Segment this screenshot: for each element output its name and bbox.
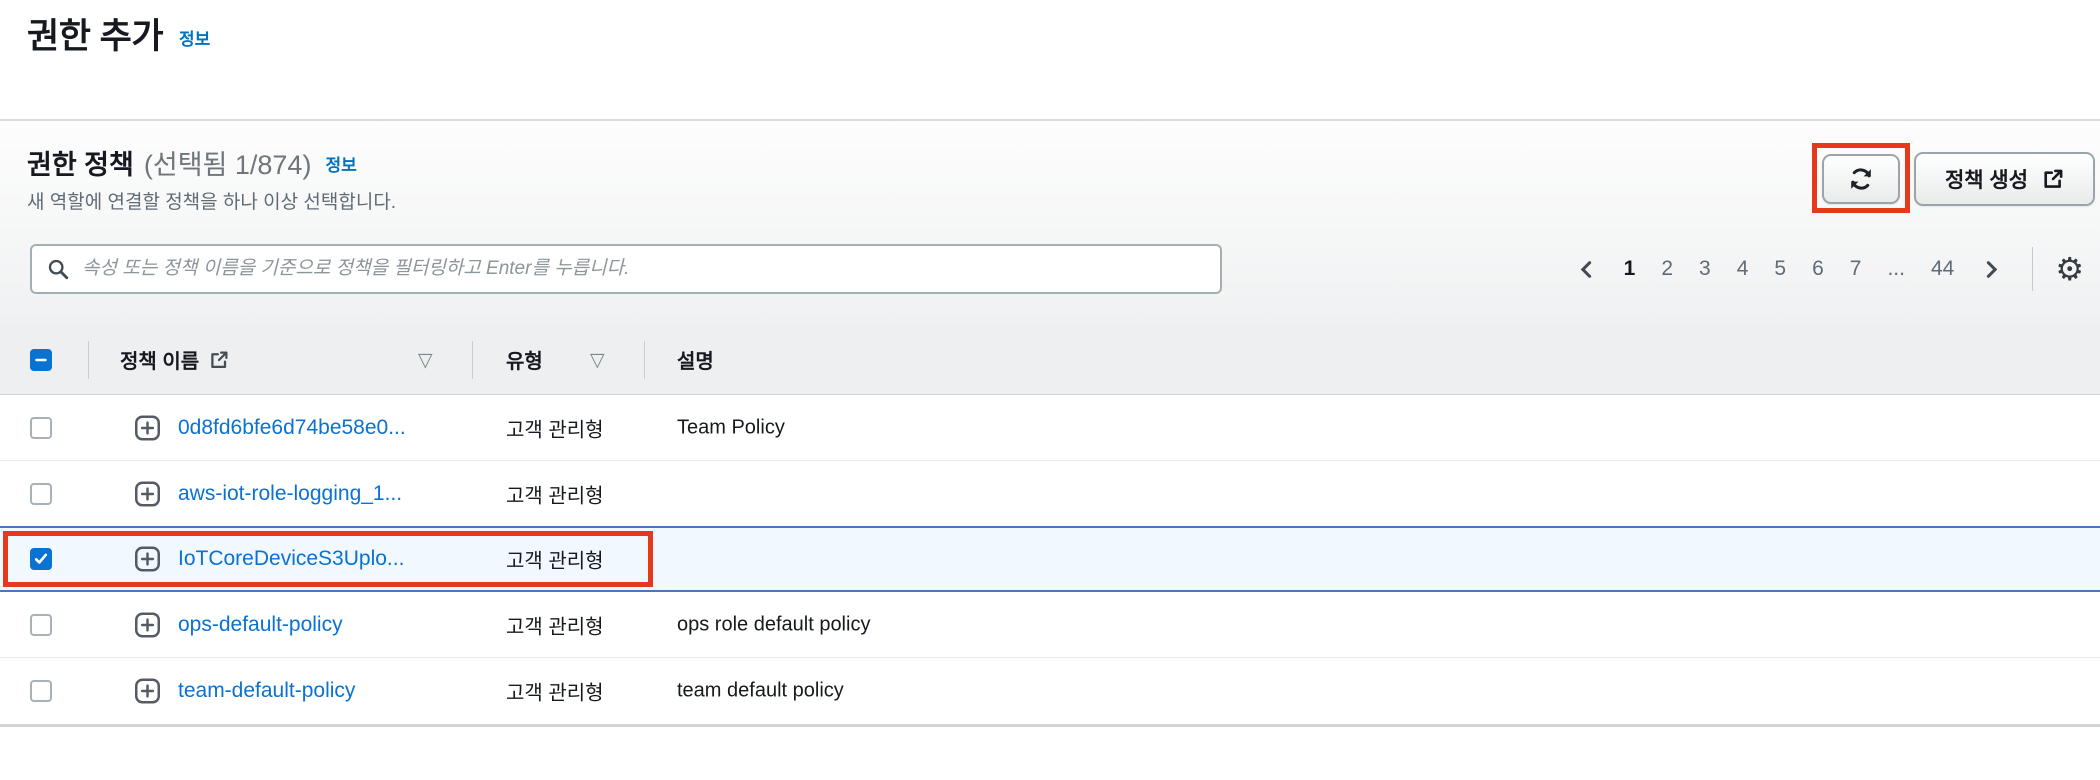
table-row[interactable]: 0d8fd6bfe6d74be58e0... 고객 관리형 Team Polic… bbox=[0, 395, 2100, 461]
table-header-row: 정책 이름 ▽ 유형 ▽ 설명 bbox=[0, 325, 2100, 395]
policy-name-link[interactable]: 0d8fd6bfe6d74be58e0... bbox=[178, 416, 406, 440]
column-header-policy-name[interactable]: 정책 이름 bbox=[120, 325, 229, 394]
policy-name-sort-caret-icon[interactable]: ▽ bbox=[418, 349, 433, 371]
policy-name-link[interactable]: IoTCoreDeviceS3Uplo... bbox=[178, 547, 404, 571]
gear-icon: ⚙ bbox=[2055, 250, 2084, 288]
policy-description: Team Policy bbox=[677, 416, 785, 438]
policy-type: 고객 관리형 bbox=[506, 485, 604, 507]
type-sort-caret-icon[interactable]: ▽ bbox=[590, 349, 605, 371]
expand-row-icon[interactable] bbox=[134, 480, 161, 507]
page-number-6[interactable]: 6 bbox=[1799, 257, 1837, 281]
page-number-3[interactable]: 3 bbox=[1686, 257, 1724, 281]
create-policy-button[interactable]: 정책 생성 bbox=[1914, 152, 2095, 206]
page-number-7[interactable]: 7 bbox=[1837, 257, 1875, 281]
pagination: 1 2 3 4 5 6 7 ... 44 ⚙ bbox=[1562, 244, 2094, 294]
policy-description: team default policy bbox=[677, 679, 844, 702]
next-page-button[interactable] bbox=[1967, 259, 2016, 280]
page-header: 권한 추가 정보 bbox=[27, 8, 210, 59]
page-info-link[interactable]: 정보 bbox=[179, 30, 210, 49]
page-number-44[interactable]: 44 bbox=[1918, 257, 1967, 281]
panel-subtitle: 새 역할에 연결할 정책을 하나 이상 선택합니다. bbox=[27, 192, 397, 213]
expand-row-icon[interactable] bbox=[134, 611, 161, 638]
chevron-right-icon bbox=[1981, 259, 2002, 280]
previous-page-button[interactable] bbox=[1562, 259, 1611, 280]
chevron-left-icon bbox=[1576, 259, 1597, 280]
external-link-icon bbox=[209, 350, 229, 370]
column-header-type[interactable]: 유형 bbox=[506, 325, 543, 394]
expand-row-icon[interactable] bbox=[134, 414, 161, 441]
external-link-icon bbox=[2042, 168, 2064, 190]
row-checkbox[interactable] bbox=[30, 613, 52, 636]
table-row[interactable]: ops-default-policy 고객 관리형 ops role defau… bbox=[0, 592, 2100, 658]
policy-name-link[interactable]: team-default-policy bbox=[178, 679, 355, 703]
page-title: 권한 추가 bbox=[27, 17, 164, 56]
page-number-2[interactable]: 2 bbox=[1648, 257, 1686, 281]
expand-row-icon[interactable] bbox=[134, 678, 161, 705]
column-divider bbox=[88, 341, 89, 379]
page-number-5[interactable]: 5 bbox=[1761, 257, 1799, 281]
refresh-button[interactable] bbox=[1822, 154, 1900, 204]
policy-type: 고객 관리형 bbox=[506, 550, 604, 573]
pagination-divider bbox=[2032, 247, 2034, 291]
policy-description: ops role default policy bbox=[677, 613, 871, 635]
refresh-icon bbox=[1847, 165, 1875, 193]
create-policy-label: 정책 생성 bbox=[1944, 169, 2029, 192]
row-checkbox-checked[interactable] bbox=[30, 548, 52, 570]
policy-name-link[interactable]: ops-default-policy bbox=[178, 613, 343, 637]
panel-info-link[interactable]: 정보 bbox=[325, 156, 356, 175]
panel-heading: 권한 정책 (선택됨 1/874) 정보 bbox=[27, 143, 357, 182]
row-checkbox[interactable] bbox=[30, 482, 52, 505]
policy-filter-search bbox=[30, 244, 1222, 294]
policy-type: 고객 관리형 bbox=[506, 419, 604, 441]
table-row[interactable]: team-default-policy 고객 관리형 team default … bbox=[0, 658, 2100, 724]
row-checkbox[interactable] bbox=[30, 680, 52, 702]
table-settings-button[interactable]: ⚙ bbox=[2045, 253, 2094, 285]
page-ellipsis: ... bbox=[1887, 257, 1905, 280]
panel-title: 권한 정책 bbox=[27, 150, 134, 180]
column-divider bbox=[644, 341, 645, 379]
policy-table-body: 0d8fd6bfe6d74be58e0... 고객 관리형 Team Polic… bbox=[0, 395, 2100, 727]
policy-name-link[interactable]: aws-iot-role-logging_1... bbox=[178, 482, 402, 506]
selection-summary: (선택됨 1/874) bbox=[143, 150, 312, 180]
table-row-selected[interactable]: IoTCoreDeviceS3Uplo... 고객 관리형 bbox=[0, 526, 2100, 592]
table-row[interactable]: aws-iot-role-logging_1... 고객 관리형 bbox=[0, 461, 2100, 527]
expand-row-icon[interactable] bbox=[134, 546, 161, 573]
page-number-4[interactable]: 4 bbox=[1724, 257, 1762, 281]
policy-type: 고객 관리형 bbox=[506, 616, 604, 638]
row-checkbox[interactable] bbox=[30, 416, 52, 439]
page-number-1[interactable]: 1 bbox=[1611, 257, 1649, 281]
policy-type: 고객 관리형 bbox=[506, 682, 604, 705]
column-divider bbox=[472, 341, 473, 379]
permission-policies-panel-header: 권한 정책 (선택됨 1/874) 정보 새 역할에 연결할 정책을 하나 이상 선… bbox=[0, 121, 2100, 325]
column-header-description: 설명 bbox=[677, 351, 714, 373]
iam-add-permissions-page: 권한 추가 정보 권한 정책 (선택됨 1/874) 정보 새 역할에 연결할 정책을… bbox=[0, 0, 2100, 780]
select-all-checkbox[interactable] bbox=[30, 348, 52, 371]
search-input[interactable] bbox=[82, 258, 1205, 280]
search-icon bbox=[47, 258, 70, 281]
